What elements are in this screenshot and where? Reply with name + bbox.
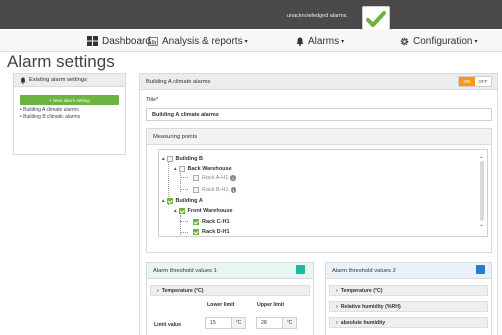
panel-header: Alarm threshold values 1 <box>147 263 313 279</box>
tree-connector <box>180 189 188 190</box>
tree-checkbox-checked[interactable] <box>193 229 199 235</box>
unacknowledged-alarms-text[interactable]: unacknowledged alarms. <box>287 13 348 19</box>
tree-node-building-a[interactable]: ▴ Building A <box>162 197 203 205</box>
lower-limit-input[interactable]: 15 <box>205 317 232 329</box>
collapse-arrow-icon[interactable]: ▴ <box>174 208 177 214</box>
category-temperature[interactable]: › Temperature (°C) <box>329 285 488 296</box>
tree-checkbox[interactable] <box>193 187 199 193</box>
panel-header: Existing alarm settings <box>14 74 125 87</box>
tree-node-label: Front Warehouse <box>187 208 233 214</box>
upper-limit-input[interactable]: 28 <box>256 317 283 329</box>
info-icon[interactable]: i <box>230 175 236 181</box>
collapse-arrow-icon[interactable]: ▴ <box>162 198 165 204</box>
new-alarm-setting-button[interactable]: + New alarm setting <box>20 95 119 105</box>
info-icon[interactable]: i <box>230 187 237 193</box>
category-absolute-humidity[interactable]: › absolute humidity <box>329 317 488 328</box>
nav-analysis-reports[interactable]: Analysis & reports ▾ <box>148 30 248 52</box>
category-label: absolute humidity <box>340 319 386 326</box>
tree-node-label: Rack A-H1 <box>202 175 229 181</box>
upper-limit-header: Upper limit <box>257 302 285 308</box>
tree-scrollbar-thumb[interactable] <box>480 161 484 221</box>
title-input[interactable]: Building A climate alarms <box>146 108 492 121</box>
tree-node-label: Building A <box>175 198 203 204</box>
tree-checkbox[interactable] <box>193 175 199 181</box>
nav-analysis-label: Analysis & reports <box>162 35 243 47</box>
gear-icon <box>400 37 409 45</box>
top-bar: unacknowledged alarms. <box>0 0 502 29</box>
threshold-1-color-swatch[interactable] <box>296 265 305 274</box>
chevron-right-icon: › <box>336 303 338 310</box>
caret-down-icon: ▾ <box>244 38 248 45</box>
chevron-right-icon: › <box>157 287 159 294</box>
nav-dashboard[interactable]: Dashboard <box>87 30 151 52</box>
tree-node-label: Rack C-H1 <box>202 219 230 225</box>
threshold-2-color-swatch[interactable] <box>476 265 485 274</box>
collapse-arrow-icon[interactable]: ▴ <box>162 156 165 162</box>
scroll-up-icon[interactable]: ⌃ <box>479 157 484 163</box>
tree-connector <box>180 221 188 222</box>
tree-checkbox[interactable] <box>178 166 185 172</box>
panel-header-label: Existing alarm settings <box>29 77 87 83</box>
toggle-on[interactable]: ON <box>459 77 475 86</box>
tree-checkbox-checked[interactable] <box>193 219 199 225</box>
threshold-1-label: Alarm threshold values 1 <box>153 267 217 274</box>
panel-header: Measuring points <box>147 129 491 145</box>
category-label: Relative humidity (%RH) <box>340 303 401 310</box>
panel-header: Alarm threshold values 2 <box>326 263 491 279</box>
chevron-right-icon: › <box>336 287 338 294</box>
threshold-2-label: Alarm threshold values 2 <box>332 267 396 274</box>
upper-limit-unit: °C <box>283 317 297 329</box>
category-relative-humidity[interactable]: › Relative humidity (%RH) <box>329 301 488 312</box>
panel-header: Building A climate alarms <box>140 74 497 90</box>
tree-node-rack-b[interactable]: Rack B-H1 i <box>193 186 237 194</box>
tree-node-label: Rack D-H1 <box>202 229 230 235</box>
list-item-label: Building A climate alarms <box>23 107 79 113</box>
list-item[interactable]: • Building B climatic alarms <box>20 114 80 121</box>
category-label: Temperature (°C) <box>161 287 204 294</box>
tree-node-back-warehouse[interactable]: ▴ Back Warehouse <box>174 165 232 173</box>
lower-limit-header: Lower limit <box>207 302 235 308</box>
caret-down-icon: ▾ <box>474 38 478 45</box>
dashboard-grid-icon <box>87 36 98 46</box>
caret-down-icon: ▾ <box>341 38 345 45</box>
tree-connector <box>180 177 188 178</box>
title-field-label: Title* <box>146 97 159 103</box>
measuring-points-label: Measuring points <box>153 133 198 140</box>
nav-alarms-label: Alarms <box>308 35 340 47</box>
tree-checkbox-checked[interactable] <box>178 208 185 214</box>
list-item-label: Building B climatic alarms <box>23 113 81 120</box>
alarm-settings-list: • Building A climate alarms • Building B… <box>20 107 80 120</box>
lower-limit-unit: °C <box>232 317 246 329</box>
category-temperature[interactable]: › Temperature (°C) <box>150 285 310 296</box>
tree-node-label: Back Warehouse <box>187 166 232 172</box>
bell-icon <box>296 37 304 46</box>
tree-node-building-b[interactable]: ▴ Building B <box>162 155 203 163</box>
active-toggle[interactable]: ON OFF <box>458 76 492 87</box>
nav-configuration-label: Configuration <box>413 35 473 47</box>
nav-configuration[interactable]: Configuration ▾ <box>400 30 478 52</box>
tree-node-rack-c[interactable]: Rack C-H1 <box>193 218 230 226</box>
nav-alarms[interactable]: Alarms ▾ <box>296 30 344 52</box>
tree-node-front-warehouse[interactable]: ▴ Front Warehouse <box>174 207 233 215</box>
chevron-right-icon: › <box>336 319 338 326</box>
page-title: Alarm settings <box>7 52 115 71</box>
tree-checkbox-checked[interactable] <box>166 198 173 204</box>
tree-checkbox[interactable] <box>166 156 173 162</box>
tree-node-label: Rack B-H1 <box>202 187 229 193</box>
tree-node-rack-d[interactable]: Rack D-H1 <box>193 228 230 236</box>
collapse-arrow-icon[interactable]: ▴ <box>174 166 177 172</box>
main-navigation: Dashboard Analysis & reports ▾ Alarms ▾ … <box>0 30 502 52</box>
tree-connector <box>180 232 188 233</box>
nav-dashboard-label: Dashboard <box>102 35 151 47</box>
bell-icon <box>20 77 26 84</box>
tree-node-label: Building B <box>175 156 204 162</box>
toggle-off[interactable]: OFF <box>475 77 491 86</box>
editor-header-label: Building A climate alarms <box>146 78 211 85</box>
category-label: Temperature (°C) <box>340 287 383 294</box>
scroll-down-icon[interactable]: ⌄ <box>479 222 484 228</box>
limit-value-label: Limit value <box>154 322 182 328</box>
tree-node-rack-a[interactable]: Rack A-H1 i <box>193 174 236 182</box>
chart-icon <box>148 36 158 46</box>
